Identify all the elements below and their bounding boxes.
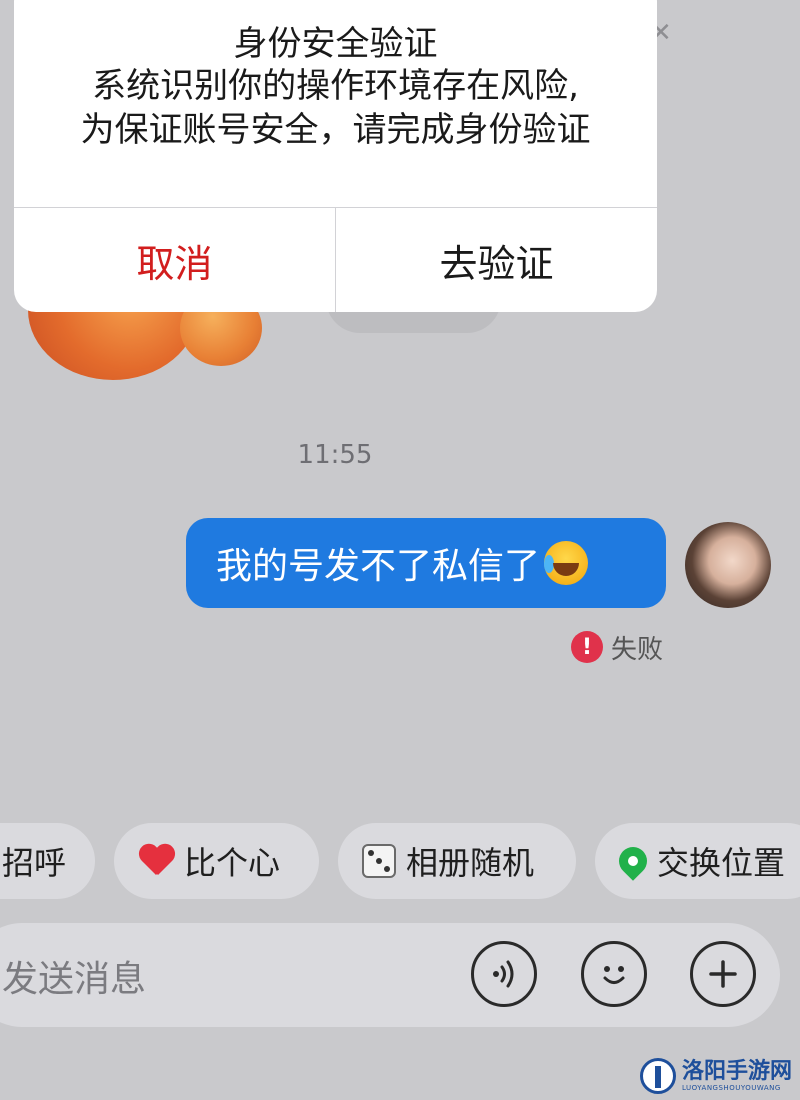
message-bubble[interactable]: 我的号发不了私信了 (186, 518, 666, 608)
plus-button[interactable] (690, 941, 756, 1007)
quick-action-greet[interactable]: 招呼 (0, 823, 95, 899)
emoji-icon (603, 966, 625, 984)
emoji-button[interactable] (581, 941, 647, 1007)
security-verification-dialog: 身份安全验证 系统识别你的操作环境存在风险, 为保证账号安全，请完成身份验证 取… (14, 0, 657, 312)
dialog-message-line-2: 为保证账号安全，请完成身份验证 (80, 110, 591, 150)
location-pin-icon (613, 841, 653, 881)
send-status[interactable]: ! 失败 (571, 630, 664, 665)
quick-action-label: 交换位置 (657, 844, 786, 882)
voice-icon (493, 960, 514, 988)
watermark: 洛阳手游网 LUOYANGSHOUYOUWANG (640, 1056, 792, 1096)
quick-action-label: 相册随机 (406, 844, 535, 882)
quick-action-dice[interactable]: 相册随机 (338, 823, 576, 899)
fail-icon: ! (571, 631, 603, 663)
dialog-message: 系统识别你的操作环境存在风险, 为保证账号安全，请完成身份验证 (14, 64, 657, 152)
dice-icon (362, 844, 396, 878)
cancel-button[interactable]: 取消 (14, 208, 335, 312)
quick-action-label: 比个心 (184, 844, 281, 882)
timestamp: 11:55 (297, 440, 373, 470)
dialog-message-line-1: 系统识别你的操作环境存在风险, (92, 66, 579, 106)
message-text: 我的号发不了私信了 (216, 546, 541, 587)
verify-button[interactable]: 去验证 (336, 208, 657, 312)
status-text: 失败 (611, 634, 664, 665)
plus-icon (709, 960, 737, 988)
dialog-title: 身份安全验证 (233, 24, 438, 64)
input-placeholder: 发送消息 (2, 959, 147, 1000)
quick-action-heart[interactable]: 比个心 (114, 823, 319, 899)
laugh-emoji (544, 541, 589, 585)
voice-button[interactable] (471, 941, 537, 1007)
heart-icon (138, 845, 174, 877)
watermark-subtitle: LUOYANGSHOUYOUWANG (682, 1084, 781, 1092)
quick-action-location[interactable]: 交换位置 (595, 823, 800, 899)
watermark-logo-icon (640, 1058, 676, 1094)
avatar[interactable] (685, 522, 771, 608)
quick-action-label: 招呼 (2, 844, 67, 882)
watermark-title: 洛阳手游网 (682, 1059, 793, 1084)
